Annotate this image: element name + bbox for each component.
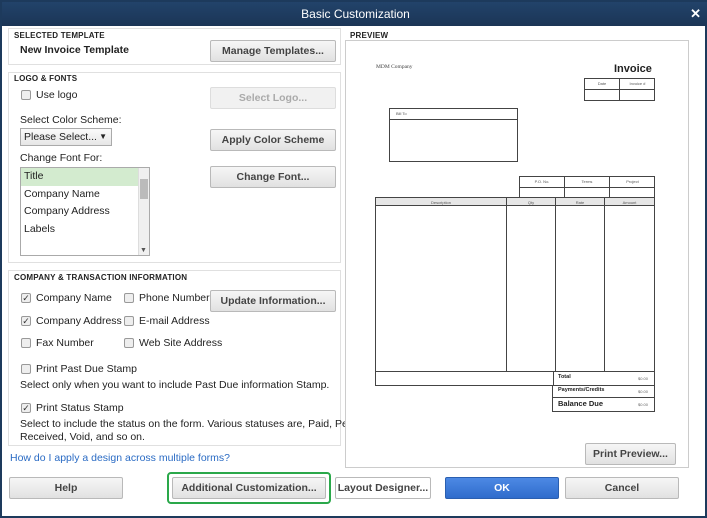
balance-value: $0.00 xyxy=(638,402,649,407)
selected-value: Please Select... xyxy=(24,131,97,143)
company-name-checkbox[interactable]: ✓ Company Name xyxy=(21,292,112,304)
status-stamp-checkbox[interactable]: ✓ Print Status Stamp xyxy=(21,402,124,414)
list-item[interactable]: Title xyxy=(21,168,149,186)
font-item-list[interactable]: Title Company Name Company Address Label… xyxy=(20,167,150,256)
totals-box: Payments/Credits $0.00 Balance Due $0.00 xyxy=(552,385,655,412)
section-heading: COMPANY & TRANSACTION INFORMATION xyxy=(14,273,188,282)
checkbox-box[interactable] xyxy=(124,316,134,326)
po-table: P.O. No. Terms Project xyxy=(519,176,655,198)
checkbox-label: Fax Number xyxy=(36,337,94,349)
help-link[interactable]: How do I apply a design across multiple … xyxy=(10,452,230,464)
checkbox-box[interactable] xyxy=(124,338,134,348)
payments-value: $0.00 xyxy=(638,389,649,394)
check-icon[interactable]: ✓ xyxy=(21,316,31,326)
divider xyxy=(390,119,517,120)
checkbox-box[interactable] xyxy=(21,90,31,100)
company-address-checkbox[interactable]: ✓ Company Address xyxy=(21,315,122,327)
status-help: Received, Void, and so on. xyxy=(20,431,145,443)
list-item[interactable]: Company Address xyxy=(21,203,149,221)
total-label: Total xyxy=(558,374,571,380)
bill-to-box: Bill To xyxy=(389,108,518,162)
divider xyxy=(553,397,654,398)
help-button[interactable]: Help xyxy=(9,477,123,499)
cancel-button[interactable]: Cancel xyxy=(565,477,679,499)
checkbox-label: Use logo xyxy=(36,89,78,101)
past-due-help: Select only when you want to include Pas… xyxy=(20,379,330,391)
check-icon[interactable]: ✓ xyxy=(21,403,31,413)
template-name: New Invoice Template xyxy=(20,44,129,56)
list-item[interactable]: Labels xyxy=(21,221,149,239)
payments-label: Payments/Credits xyxy=(558,387,605,393)
divider xyxy=(553,371,554,386)
divider xyxy=(520,187,654,188)
checkbox-label: Web Site Address xyxy=(139,337,223,349)
date-table: Date Invoice # xyxy=(584,78,655,101)
color-scheme-label: Select Color Scheme: xyxy=(20,114,122,126)
chevron-down-icon: ▼ xyxy=(99,132,107,141)
checkbox-label: Print Status Stamp xyxy=(36,402,124,414)
web-site-checkbox[interactable]: Web Site Address xyxy=(124,337,222,349)
checkbox-box[interactable] xyxy=(21,338,31,348)
color-scheme-select[interactable]: Please Select... ▼ xyxy=(20,128,112,146)
ok-button[interactable]: OK xyxy=(445,477,559,499)
layout-designer-button[interactable]: Layout Designer... xyxy=(335,477,431,499)
print-preview-button[interactable]: Print Preview... xyxy=(585,443,676,465)
divider xyxy=(376,371,654,372)
preview-company: MDM Company xyxy=(376,64,413,70)
line-items-table: Description Qty Rate Amount Total $0.00 xyxy=(375,197,655,386)
title-bar: Basic Customization ✕ xyxy=(2,2,707,26)
checkbox-label: Print Past Due Stamp xyxy=(36,363,137,375)
divider xyxy=(585,89,654,90)
status-help: Select to include the status on the form… xyxy=(20,418,377,430)
window-title: Basic Customization xyxy=(301,7,410,21)
checkbox-label: E-mail Address xyxy=(139,315,210,327)
close-icon[interactable]: ✕ xyxy=(690,2,701,26)
balance-label: Balance Due xyxy=(558,399,604,408)
manage-templates-button[interactable]: Manage Templates... xyxy=(210,40,336,62)
update-information-button[interactable]: Update Information... xyxy=(210,290,336,312)
section-heading: LOGO & FONTS xyxy=(14,74,78,83)
change-font-button[interactable]: Change Font... xyxy=(210,166,336,188)
additional-customization-button[interactable]: Additional Customization... xyxy=(172,477,326,499)
amount-header: Amount xyxy=(622,200,637,205)
scrollbar[interactable]: ▼ xyxy=(138,168,149,255)
scroll-down-icon[interactable]: ▼ xyxy=(140,247,147,254)
bill-to-label: Bill To xyxy=(396,111,407,116)
project-label: Project xyxy=(626,179,639,184)
apply-color-scheme-button[interactable]: Apply Color Scheme xyxy=(210,129,336,151)
total-value: $0.00 xyxy=(638,376,649,381)
preview-doc-title: Invoice xyxy=(614,63,652,75)
scrollbar-thumb[interactable] xyxy=(140,179,148,199)
description-header: Description xyxy=(376,198,507,371)
checkbox-box[interactable] xyxy=(21,364,31,374)
checkbox-label: Phone Number xyxy=(139,292,210,304)
change-font-label: Change Font For: xyxy=(20,152,103,164)
use-logo-checkbox[interactable]: Use logo xyxy=(21,89,77,101)
invoice-no-label: Invoice # xyxy=(629,81,646,86)
check-icon[interactable]: ✓ xyxy=(21,293,31,303)
list-item[interactable]: Company Name xyxy=(21,186,149,204)
rate-header: Rate xyxy=(556,198,605,371)
checkbox-label: Company Name xyxy=(36,292,112,304)
phone-number-checkbox[interactable]: Phone Number xyxy=(124,292,210,304)
past-due-stamp-checkbox[interactable]: Print Past Due Stamp xyxy=(21,363,137,375)
preview-heading: PREVIEW xyxy=(350,31,389,40)
select-logo-button[interactable]: Select Logo... xyxy=(210,87,336,109)
email-address-checkbox[interactable]: E-mail Address xyxy=(124,315,210,327)
qty-header: Qty xyxy=(507,198,556,371)
checkbox-label: Company Address xyxy=(36,315,122,327)
section-heading: SELECTED TEMPLATE xyxy=(14,31,105,40)
checkbox-box[interactable] xyxy=(124,293,134,303)
fax-number-checkbox[interactable]: Fax Number xyxy=(21,337,94,349)
